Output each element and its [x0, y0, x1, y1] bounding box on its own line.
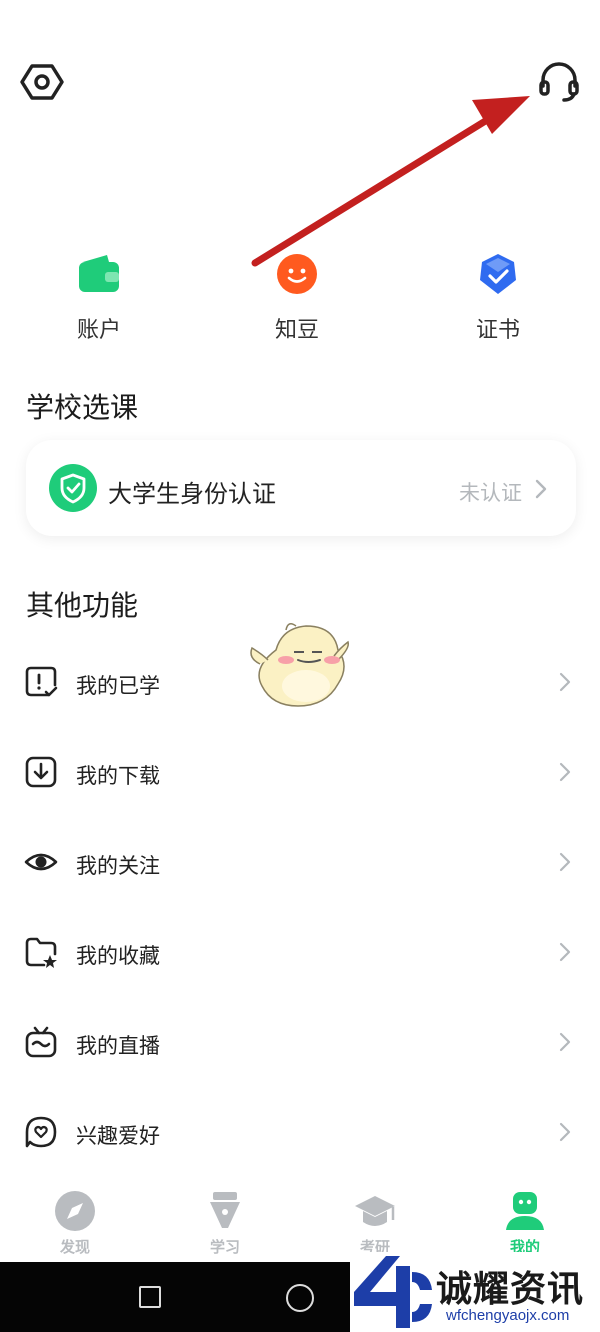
menu-item-label: 我的已学 [76, 675, 160, 698]
quick-certificate[interactable]: 证书 [438, 248, 558, 348]
hexagon-settings-icon [20, 64, 64, 100]
star-folder-icon [25, 937, 57, 968]
wallet-icon [79, 255, 119, 292]
tab-label: 学习 [209, 1239, 240, 1256]
chevron-right-icon [559, 1122, 571, 1142]
bottom-tab-bar: 发现 学习 考研 我的 [0, 1176, 600, 1262]
learned-icon [25, 666, 58, 697]
quick-zhidou-label: 知豆 [274, 317, 319, 342]
home-button[interactable] [286, 1284, 314, 1312]
menu-item-favorites[interactable]: 我的收藏 [0, 908, 600, 998]
certificate-badge-icon [480, 254, 516, 294]
menu-list: 我的已学 我的下载 我的关注 我的收藏 我的直播 兴趣爱好 [0, 638, 600, 1178]
menu-item-label: 我的关注 [76, 855, 160, 878]
menu-item-download[interactable]: 我的下载 [0, 728, 600, 818]
pen-nib-icon [210, 1192, 240, 1228]
eye-icon [24, 853, 58, 871]
compass-icon [55, 1191, 95, 1231]
menu-item-follow[interactable]: 我的关注 [0, 818, 600, 908]
quick-certificate-label: 证书 [475, 317, 520, 342]
chevron-right-icon [559, 672, 571, 692]
person-icon [506, 1192, 544, 1230]
menu-item-label: 我的收藏 [76, 945, 160, 968]
smiley-bean-icon [277, 254, 317, 294]
verify-status: 未认证 [459, 482, 522, 505]
menu-item-hobbies[interactable]: 兴趣爱好 [0, 1088, 600, 1178]
menu-item-label: 我的下载 [76, 765, 160, 788]
tab-study[interactable]: 学习 [150, 1186, 300, 1262]
download-icon [25, 756, 57, 788]
quick-account[interactable]: 账户 [39, 248, 159, 348]
heart-tag-icon [25, 1116, 57, 1148]
graduation-cap-icon [355, 1196, 395, 1226]
quick-account-label: 账户 [76, 317, 121, 342]
mascot-sticker [250, 623, 350, 707]
chevron-right-icon [559, 942, 571, 962]
quick-actions: 账户 知豆 证书 [0, 248, 600, 348]
tv-live-icon [25, 1026, 57, 1058]
menu-item-label: 兴趣爱好 [76, 1125, 160, 1148]
school-section-title: 学校选课 [26, 392, 139, 423]
other-section-title: 其他功能 [26, 590, 139, 621]
tab-postgrad[interactable]: 考研 [300, 1186, 450, 1262]
verify-title: 大学生身份认证 [108, 481, 276, 508]
watermark-name: 诚耀资讯 [436, 1268, 585, 1309]
student-verify-card[interactable]: 大学生身份认证 未认证 [26, 440, 576, 536]
settings-button[interactable] [18, 58, 66, 106]
tab-mine[interactable]: 我的 [450, 1186, 600, 1262]
chevron-right-icon [559, 762, 571, 782]
menu-item-label: 我的直播 [76, 1035, 160, 1058]
site-logo [354, 1256, 432, 1328]
shield-check-icon [49, 464, 97, 512]
top-bar [0, 52, 600, 112]
chevron-right-icon [559, 852, 571, 872]
recent-apps-button[interactable] [139, 1286, 161, 1308]
tab-discover[interactable]: 发现 [0, 1186, 150, 1262]
menu-item-live[interactable]: 我的直播 [0, 998, 600, 1088]
tab-label: 发现 [59, 1239, 90, 1256]
watermark-url: wfchengyaojx.com [446, 1307, 570, 1324]
watermark: 诚耀资讯 wfchengyaojx.com [350, 1252, 600, 1332]
chevron-right-icon [535, 479, 547, 499]
quick-zhidou[interactable]: 知豆 [237, 248, 357, 348]
customer-service-button[interactable] [534, 56, 584, 106]
chevron-right-icon [559, 1032, 571, 1052]
headset-icon [539, 62, 579, 102]
